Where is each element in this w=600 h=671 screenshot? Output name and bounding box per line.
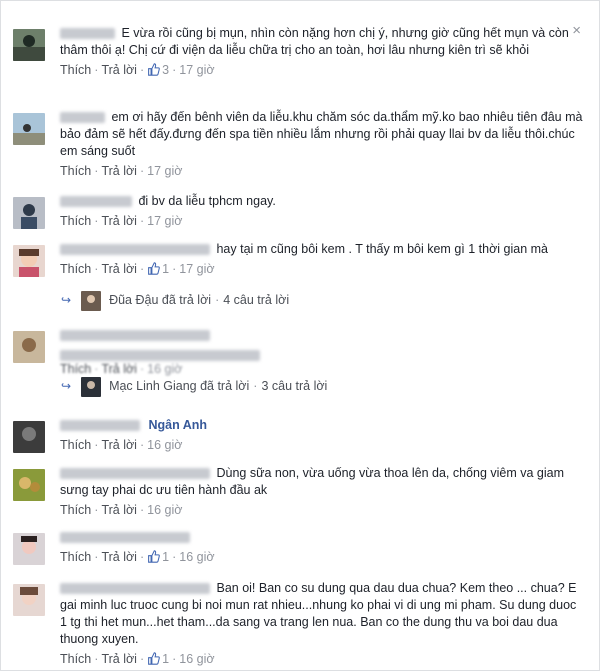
like-link[interactable]: Thích: [60, 550, 91, 564]
like-count-icon[interactable]: [147, 652, 160, 665]
comment-text: em ơi hãy đến bênh viên da liễu.khu chăm…: [60, 110, 583, 158]
avatar[interactable]: [13, 197, 45, 229]
comment-body: hay tại m cũng bôi kem . T thấy m bôi ke…: [60, 241, 585, 278]
author-name-blurred[interactable]: [60, 28, 115, 40]
like-link[interactable]: Thích: [60, 164, 91, 178]
reply-link[interactable]: Trả lời: [101, 652, 137, 666]
timestamp[interactable]: 17 giờ: [179, 63, 214, 77]
timestamp[interactable]: 16 giờ: [179, 652, 214, 666]
comment-item: Ban oi! Ban co su dung qua dau dua chua?…: [13, 581, 585, 670]
reply-count[interactable]: 4 câu trả lời: [223, 293, 289, 307]
like-count-icon[interactable]: [147, 63, 160, 76]
like-link[interactable]: Thích: [60, 63, 91, 77]
comment-item: Thích · Trả lời · 16 giờ: [13, 330, 585, 376]
avatar[interactable]: [13, 29, 45, 61]
replier-avatar: [81, 290, 102, 311]
reply-link[interactable]: Trả lời: [101, 164, 137, 178]
reply-link[interactable]: Trả lời: [101, 63, 137, 77]
like-count[interactable]: 1: [162, 652, 169, 666]
avatar[interactable]: [13, 245, 45, 277]
like-count-icon[interactable]: [147, 550, 160, 563]
comment-actions: Thích · Trả lời · 16 giờ: [60, 438, 183, 452]
timestamp[interactable]: 16 giờ: [147, 503, 182, 517]
avatar[interactable]: [13, 469, 45, 501]
comment-text: đi bv da liễu tphcm ngay.: [138, 194, 276, 208]
replier-avatar: [81, 376, 102, 397]
author-name-blurred[interactable]: [60, 112, 105, 124]
like-count[interactable]: 1: [162, 550, 169, 564]
reply-link[interactable]: Trả lời: [101, 262, 137, 276]
comment-body: đi bv da liễu tphcm ngay. Thích · Trả lời ·…: [60, 193, 585, 230]
replier-name[interactable]: Mạc Linh Giang đã trả lời: [109, 379, 249, 393]
author-name-blurred[interactable]: [60, 532, 190, 544]
comment-actions: Thích · Trả lời · 17 giờ: [60, 164, 183, 178]
comment-item: hay tại m cũng bôi kem . T thấy m bôi ke…: [13, 242, 585, 289]
comment-body: Thích · Trả lời · 16 giờ: [60, 327, 585, 378]
replier-name[interactable]: Đũa Đậu đã trả lời: [109, 293, 211, 307]
timestamp[interactable]: 17 giờ: [147, 164, 182, 178]
timestamp[interactable]: 16 giờ: [147, 438, 182, 452]
author-name-blurred[interactable]: [60, 244, 210, 256]
like-link[interactable]: Thích: [60, 438, 91, 452]
comment-body: E vừa rồi cũng bị mụn, nhìn còn nặng hơn…: [60, 25, 585, 79]
author-name-blurred[interactable]: [60, 583, 210, 595]
avatar[interactable]: [13, 533, 45, 565]
comment-actions: Thích · Trả lời · 1 · 16 giờ: [60, 550, 215, 564]
author-name-blurred[interactable]: [60, 420, 140, 432]
comment-body: Ngân Anh Thích · Trả lời · 16 giờ: [60, 417, 585, 454]
avatar[interactable]: [13, 584, 45, 616]
avatar[interactable]: [13, 421, 45, 453]
reply-arrow-icon: ↪: [61, 379, 72, 393]
reply-count[interactable]: 3 câu trả lời: [261, 379, 327, 393]
comment-body: Dùng sữa non, vừa uống vừa thoa lên da, …: [60, 465, 585, 519]
like-link[interactable]: Thích: [60, 262, 91, 276]
reply-link[interactable]: Trả lời: [101, 438, 137, 452]
reply-link[interactable]: Trả lời: [101, 550, 137, 564]
reply-link[interactable]: Trả lời: [101, 362, 137, 376]
reply-arrow-icon: ↪: [61, 293, 72, 307]
comment-item: Dùng sữa non, vừa uống vừa thoa lên da, …: [13, 466, 585, 525]
avatar[interactable]: [13, 331, 45, 363]
like-link[interactable]: Thích: [60, 652, 91, 666]
author-name-blurred[interactable]: [60, 468, 210, 480]
comment-actions: Thích · Trả lời · 1 · 17 giờ: [60, 262, 215, 276]
like-count[interactable]: 3: [162, 63, 169, 77]
replies-summary[interactable]: ↪ Đũa Đậu đã trả lời · 4 câu trả lời: [61, 289, 289, 311]
avatar[interactable]: [13, 113, 45, 145]
comment-text: E vừa rồi cũng bị mụn, nhìn còn nặng hơn…: [60, 26, 569, 57]
reply-link[interactable]: Trả lời: [101, 503, 137, 517]
comment-actions: Thích · Trả lời · 17 giờ: [60, 214, 183, 228]
comment-item: đi bv da liễu tphcm ngay. Thích · Trả lời ·…: [13, 194, 585, 237]
like-link[interactable]: Thích: [60, 503, 91, 517]
comment-text: hay tại m cũng bôi kem . T thấy m bôi ke…: [216, 242, 548, 256]
author-name-blurred[interactable]: [60, 330, 210, 342]
comment-item: em ơi hãy đến bênh viên da liễu.khu chăm…: [13, 110, 585, 183]
comment-body: em ơi hãy đến bênh viên da liễu.khu chăm…: [60, 109, 585, 180]
timestamp[interactable]: 16 giờ: [147, 362, 182, 376]
comment-actions: Thích · Trả lời · 1 · 16 giờ: [60, 652, 215, 666]
reply-link[interactable]: Trả lời: [101, 214, 137, 228]
replies-summary[interactable]: ↪ Mạc Linh Giang đã trả lời · 3 câu trả lời: [61, 375, 327, 397]
author-name-blurred[interactable]: [60, 196, 132, 208]
comment-item: Thích · Trả lời · 1 · 16 giờ: [13, 532, 585, 573]
timestamp[interactable]: 16 giờ: [179, 550, 214, 564]
comment-actions: Thích · Trả lời · 16 giờ: [60, 503, 183, 517]
comments-panel: × E vừa rồi cũng bị mụn, nhìn còn nặng h…: [0, 0, 600, 671]
like-link[interactable]: Thích: [60, 214, 91, 228]
like-count-icon[interactable]: [147, 262, 160, 275]
like-count[interactable]: 1: [162, 262, 169, 276]
comment-body: Ban oi! Ban co su dung qua dau dua chua?…: [60, 580, 585, 668]
comment-item: Ngân Anh Thích · Trả lời · 16 giờ: [13, 418, 585, 461]
timestamp[interactable]: 17 giờ: [147, 214, 182, 228]
like-link[interactable]: Thích: [60, 362, 91, 376]
timestamp[interactable]: 17 giờ: [179, 262, 214, 276]
author-name[interactable]: Ngân Anh: [146, 418, 209, 432]
comment-body: Thích · Trả lời · 1 · 16 giờ: [60, 529, 585, 566]
comment-actions: Thích · Trả lời · 3 · 17 giờ: [60, 63, 215, 77]
comment-item: E vừa rồi cũng bị mụn, nhìn còn nặng hơn…: [13, 26, 585, 99]
